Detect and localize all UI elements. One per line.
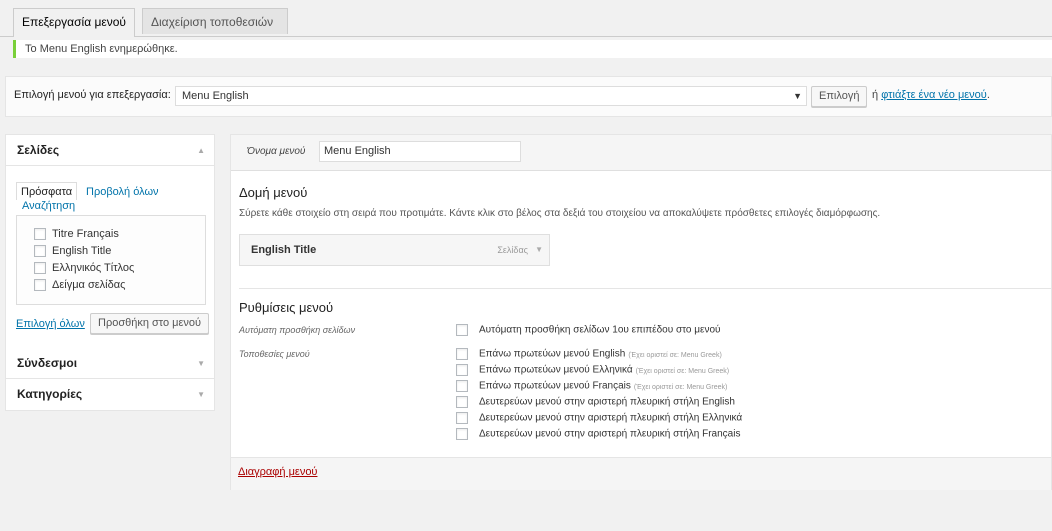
menu-select-label: Επιλογή μενού για επεξεργασία:	[14, 89, 171, 101]
triangle-up-icon: ▲	[197, 146, 205, 155]
auto-add-option-label: Αυτόματη προσθήκη σελίδων 1ου επιπέδου σ…	[479, 324, 721, 336]
location-note: (Έχει οριστεί σε: Menu Greek)	[635, 367, 730, 375]
accordion-pages-header[interactable]: Σελίδες ▲	[6, 135, 214, 166]
menu-management-panel: Όνομα μενού Menu English Δομή μενού Σύρε…	[230, 134, 1052, 490]
menu-settings-title: Ρυθμίσεις μενού	[239, 300, 334, 315]
triangle-down-icon: ▼	[197, 390, 205, 399]
pages-panel: Πρόσφατα Προβολή όλων Αναζήτηση Titre Fr…	[6, 167, 214, 347]
nav-tabs: Επεξεργασία μενού Διαχείριση τοποθεσιών	[0, 0, 1052, 37]
location-checkbox[interactable]	[456, 412, 468, 424]
or-text: ή	[872, 89, 879, 101]
menu-select-dropdown[interactable]: Menu English ▼	[175, 86, 807, 106]
auto-add-label: Αυτόματη προσθήκη σελίδων	[239, 325, 356, 335]
location-option[interactable]: Επάνω πρωτεύων μενού Français (Έχει οριστ…	[456, 380, 727, 392]
pages-checklist: Titre Français English Title Ελληνικός Τ…	[16, 215, 206, 305]
create-menu-text: ή φτιάξτε ένα νέο μενού.	[872, 89, 990, 101]
menu-structure-title: Δομή μενού	[239, 185, 308, 200]
list-item[interactable]: English Title	[34, 245, 112, 258]
auto-add-checkbox[interactable]	[456, 324, 468, 336]
page-label: Δείγμα σελίδας	[52, 279, 126, 291]
accordion-categories-title: Κατηγορίες	[17, 387, 83, 401]
list-item[interactable]: Titre Français	[34, 228, 119, 241]
location-option[interactable]: Επάνω πρωτεύων μενού English (Έχει οριστε…	[456, 348, 722, 360]
accordion-pages-title: Σελίδες	[17, 143, 60, 157]
menu-select-bar: Επιλογή μενού για επεξεργασία: Menu Engl…	[5, 76, 1052, 117]
create-period: .	[986, 89, 990, 101]
location-option[interactable]: Δευτερεύων μενού στην αριστερή πλευρική …	[456, 396, 735, 408]
checkbox[interactable]	[34, 279, 46, 292]
create-new-menu-link[interactable]: φτιάξτε ένα νέο μενού	[881, 89, 987, 101]
chevron-down-icon[interactable]: ▼	[535, 245, 543, 254]
page-label: Ελληνικός Τίτλος	[52, 262, 135, 274]
location-option[interactable]: Επάνω πρωτεύων μενού Ελληνικά (Έχει οριστ…	[456, 364, 729, 376]
location-label: Επάνω πρωτεύων μενού Ελληνικά	[479, 364, 633, 376]
accordion-links-title: Σύνδεσμοι	[17, 356, 78, 370]
select-menu-button-label: Επιλογή	[819, 90, 860, 102]
triangle-down-icon: ▼	[197, 359, 205, 368]
tab-manage-locations[interactable]: Διαχείριση τοποθεσιών	[142, 8, 288, 34]
menu-item[interactable]: English Title Σελίδας ▼	[239, 234, 550, 266]
location-note: (Έχει οριστεί σε: Menu Greek)	[633, 383, 728, 391]
subtab-view-all[interactable]: Προβολή όλων	[86, 186, 159, 198]
menu-structure-description: Σύρετε κάθε στοιχείο στη σειρά που προτι…	[239, 208, 881, 219]
location-label: Δευτερεύων μενού στην αριστερή πλευρική …	[479, 396, 735, 408]
tab-edit-menus[interactable]: Επεξεργασία μενού	[13, 8, 135, 37]
location-label: Δευτερεύων μενού στην αριστερή πλευρική …	[479, 412, 743, 424]
location-option[interactable]: Δευτερεύων μενού στην αριστερή πλευρική …	[456, 412, 742, 424]
location-option[interactable]: Δευτερεύων μενού στην αριστερή πλευρική …	[456, 428, 740, 440]
page-label: English Title	[52, 245, 112, 257]
auto-add-option[interactable]: Αυτόματη προσθήκη σελίδων 1ου επιπέδου σ…	[456, 324, 721, 336]
chevron-down-icon: ▼	[793, 91, 802, 101]
subtab-recent[interactable]: Πρόσφατα	[16, 182, 78, 200]
add-items-accordion: Σελίδες ▲ Πρόσφατα Προβολή όλων Αναζήτησ…	[5, 134, 215, 411]
location-checkbox[interactable]	[456, 380, 468, 392]
menu-select-value: Menu English	[182, 90, 249, 102]
location-label: Επάνω πρωτεύων μενού Français	[479, 380, 631, 392]
checkbox[interactable]	[34, 245, 46, 258]
divider	[239, 288, 1052, 289]
menu-locations-label: Τοποθεσίες μενού	[239, 349, 310, 359]
menu-name-value: Menu English	[324, 145, 391, 157]
tab-edit-menus-label: Επεξεργασία μενού	[22, 15, 126, 29]
list-item[interactable]: Ελληνικός Τίτλος	[34, 262, 135, 275]
location-label: Δευτερεύων μενού στην αριστερή πλευρική …	[479, 428, 741, 440]
checkbox[interactable]	[34, 262, 46, 275]
updated-notice: Το Menu English ενημερώθηκε.	[13, 40, 1052, 58]
location-checkbox[interactable]	[456, 428, 468, 440]
menu-name-label: Όνομα μενού	[247, 146, 306, 157]
menu-name-bar: Όνομα μενού Menu English	[231, 135, 1051, 171]
accordion-links-header[interactable]: Σύνδεσμοι ▼	[6, 348, 214, 379]
subtab-search[interactable]: Αναζήτηση	[22, 200, 75, 212]
select-menu-button[interactable]: Επιλογή	[811, 86, 868, 107]
accordion-categories-header[interactable]: Κατηγορίες ▼	[6, 379, 214, 410]
menu-footer: Διαγραφή μενού	[231, 457, 1051, 490]
menu-item-type: Σελίδας	[497, 245, 528, 255]
location-checkbox[interactable]	[456, 396, 468, 408]
location-note: (Έχει οριστεί σε: Menu Greek)	[628, 351, 722, 359]
select-all-link[interactable]: Επιλογή όλων	[16, 318, 85, 330]
location-checkbox[interactable]	[456, 348, 468, 360]
notice-suffix: ενημερώθηκε.	[106, 43, 178, 55]
location-checkbox[interactable]	[456, 364, 468, 376]
tab-manage-locations-label: Διαχείριση τοποθεσιών	[151, 15, 274, 29]
checkbox[interactable]	[34, 228, 46, 241]
page-label: Titre Français	[52, 228, 119, 240]
location-label: Επάνω πρωτεύων μενού English	[479, 348, 626, 360]
menu-item-title: English Title	[251, 244, 317, 256]
notice-menu-name: Menu English	[39, 43, 107, 55]
notice-prefix: Το	[25, 43, 40, 55]
add-to-menu-button-label: Προσθήκη στο μενού	[98, 317, 202, 329]
delete-menu-link[interactable]: Διαγραφή μενού	[238, 466, 317, 478]
list-item[interactable]: Δείγμα σελίδας	[34, 279, 126, 292]
menu-name-input[interactable]: Menu English	[319, 141, 521, 162]
add-to-menu-button[interactable]: Προσθήκη στο μενού	[90, 313, 210, 334]
